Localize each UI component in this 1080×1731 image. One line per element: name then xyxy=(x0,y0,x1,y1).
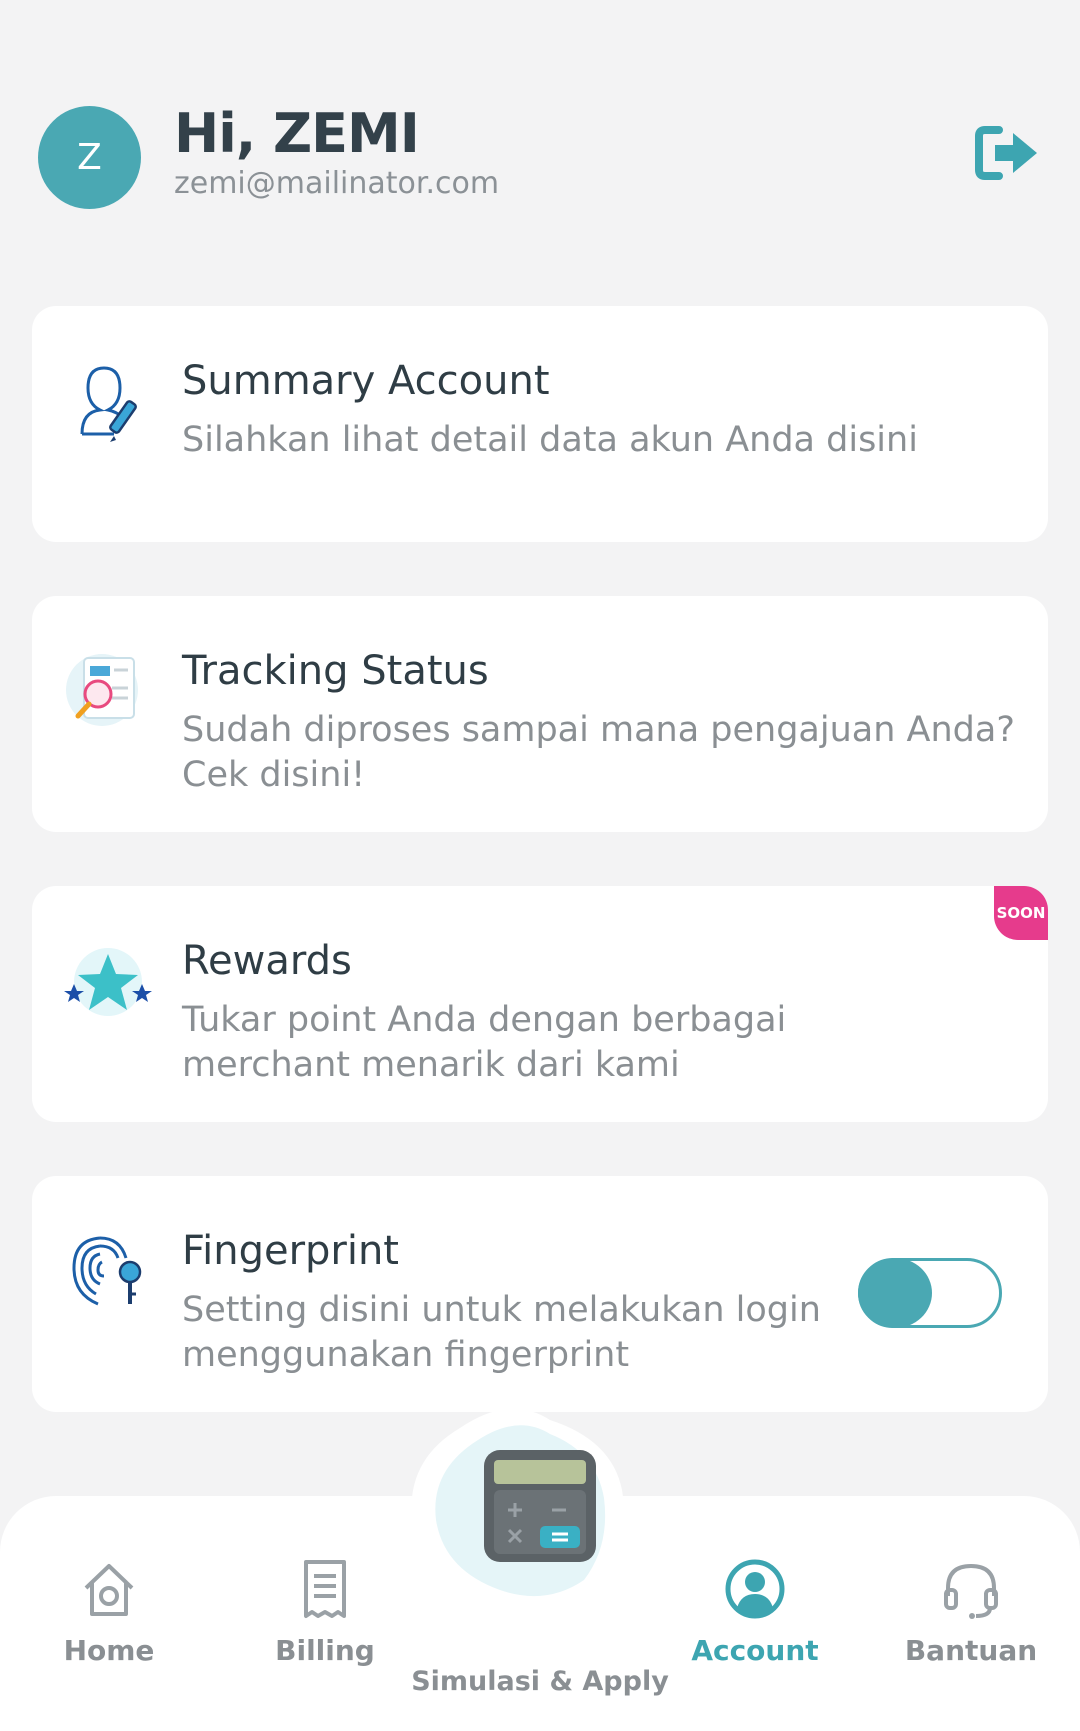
logout-icon[interactable] xyxy=(975,124,1041,182)
nav-label: Billing xyxy=(275,1634,375,1667)
fingerprint-card: Fingerprint Setting disini untuk melakuk… xyxy=(32,1176,1048,1412)
card-title: Tracking Status xyxy=(182,648,489,694)
nav-account[interactable]: Account xyxy=(670,1558,840,1667)
calculator-icon[interactable] xyxy=(480,1446,600,1566)
star-icon xyxy=(64,948,152,1016)
nav-label: Bantuan xyxy=(904,1634,1038,1667)
toggle-knob xyxy=(858,1258,932,1328)
card-title: Fingerprint xyxy=(182,1228,399,1274)
document-search-icon xyxy=(66,654,138,726)
soon-badge: SOON xyxy=(994,886,1048,940)
card-subtitle: Setting disini untuk melakukan login men… xyxy=(182,1290,821,1375)
nav-label: Account xyxy=(691,1634,819,1667)
rewards-card[interactable]: Rewards Tukar point Anda dengan berbagai… xyxy=(32,886,1048,1122)
user-email: zemi@mailinator.com xyxy=(174,166,500,201)
headset-icon xyxy=(944,1563,998,1619)
avatar[interactable]: Z xyxy=(38,106,141,209)
nav-home[interactable]: Home xyxy=(24,1558,194,1667)
account-header: Z Hi, ZEMI zemi@mailinator.com xyxy=(0,0,1080,260)
tracking-status-card[interactable]: Tracking Status Sudah diproses sampai ma… xyxy=(32,596,1048,832)
fingerprint-icon xyxy=(72,1236,142,1306)
billing-icon xyxy=(304,1560,346,1618)
fingerprint-toggle[interactable] xyxy=(858,1258,1002,1328)
nav-billing[interactable]: Billing xyxy=(240,1558,410,1667)
card-subtitle: Silahkan lihat detail data akun Anda dis… xyxy=(182,420,918,460)
summary-account-card[interactable]: Summary Account Silahkan lihat detail da… xyxy=(32,306,1048,542)
card-subtitle: Sudah diproses sampai mana pengajuan And… xyxy=(182,710,1015,795)
account-icon xyxy=(725,1559,785,1619)
user-edit-icon xyxy=(80,366,137,442)
card-title: Rewards xyxy=(182,938,352,984)
nav-bantuan[interactable]: Bantuan xyxy=(886,1558,1056,1667)
card-title: Summary Account xyxy=(182,358,550,404)
greeting-title: Hi, ZEMI xyxy=(174,102,420,165)
nav-label: Home xyxy=(63,1634,155,1667)
home-icon xyxy=(84,1564,134,1616)
nav-simulasi-apply[interactable]: Simulasi & Apply xyxy=(410,1666,670,1697)
card-subtitle: Tukar point Anda dengan berbagai merchan… xyxy=(182,1000,787,1085)
